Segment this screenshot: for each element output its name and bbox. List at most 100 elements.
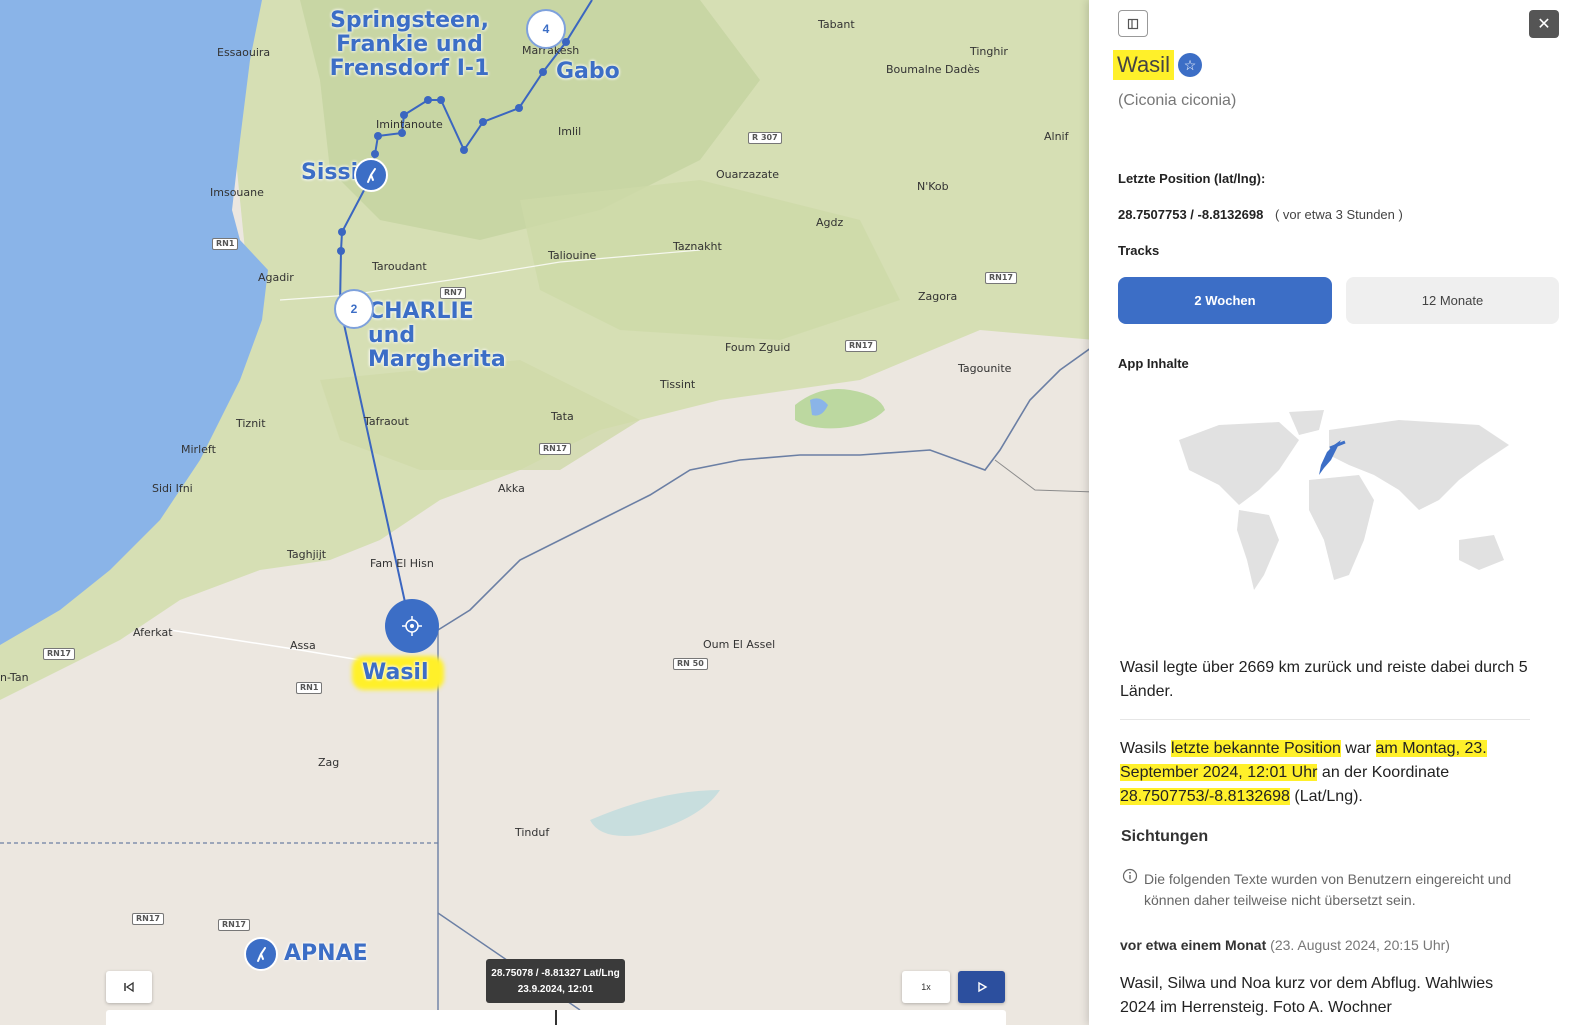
- sighting-when: vor etwa einem Monat: [1120, 937, 1267, 953]
- place-label: Tafraout: [364, 415, 409, 428]
- bird-label-springsteen[interactable]: Springsteen, Frankie und Frensdorf I-1: [297, 9, 522, 81]
- position-text-part: (Lat/Lng).: [1289, 788, 1363, 805]
- road-shield: RN7: [440, 287, 467, 299]
- place-label: Boumalne Dadès: [886, 63, 980, 76]
- road-shield: RN1: [296, 682, 323, 694]
- sightings-heading: Sichtungen: [1121, 828, 1209, 845]
- sidebar-toggle-icon: [1127, 18, 1139, 29]
- road-shield: RN1: [212, 238, 239, 250]
- speed-button[interactable]: 1x: [902, 971, 950, 1003]
- map-view[interactable]: Essaouira Tabant Tinghir Boumalne Dadès Marr…: [0, 0, 1095, 1025]
- sighting-date: (23. August 2024, 20:15 Uhr): [1270, 937, 1450, 953]
- play-icon: [977, 981, 987, 993]
- road-shield: R 307: [748, 132, 782, 144]
- last-position: 28.7507753 / -8.8132698 ( vor etwa 3 Stu…: [1118, 207, 1403, 222]
- timeline-slider[interactable]: [106, 1010, 1006, 1025]
- position-text-highlight: September 2024, 12:01 Uhr: [1120, 764, 1318, 781]
- place-label: Essaouira: [217, 46, 271, 59]
- place-label: Tiznit: [236, 417, 266, 430]
- favorite-star-icon[interactable]: ☆: [1177, 53, 1202, 77]
- play-button[interactable]: [958, 971, 1005, 1003]
- place-label: Taroudant: [372, 260, 427, 273]
- position-text-highlight: 28.7507753/-8.8132698: [1120, 788, 1290, 805]
- close-icon: ✕: [1537, 16, 1551, 33]
- app-content-label: App Inhalte: [1118, 356, 1189, 371]
- place-label: Zag: [318, 756, 340, 769]
- place-label: Imsouane: [210, 186, 264, 199]
- stork-pin-icon[interactable]: [354, 158, 388, 192]
- place-label: Tissint: [660, 378, 696, 391]
- bird-title: Wasil ☆: [1113, 50, 1202, 80]
- map-terrain: [0, 0, 1095, 1025]
- bird-label-wasil[interactable]: Wasil: [362, 661, 429, 685]
- bird-label-apnae[interactable]: APNAE: [284, 942, 368, 966]
- road-shield: RN17: [845, 340, 877, 352]
- place-label: Taznakht: [673, 240, 722, 253]
- place-label: Agadir: [258, 271, 294, 284]
- road-shield: RN17: [43, 648, 75, 660]
- road-shield: RN17: [132, 913, 164, 925]
- timeline-handle[interactable]: [555, 1010, 557, 1025]
- place-label: Ouarzazate: [716, 168, 780, 181]
- sighting-header: vor etwa einem Monat (23. August 2024, 2…: [1120, 937, 1450, 953]
- road-shield: RN17: [985, 272, 1017, 284]
- world-map-thumbnail: [1179, 410, 1509, 590]
- place-label: Tata: [551, 410, 574, 423]
- bird-label-sissi[interactable]: Sissi: [301, 161, 358, 185]
- place-label: Imlil: [558, 125, 582, 138]
- bird-label-charlie[interactable]: CHARLIE und Margherita: [368, 300, 528, 372]
- road-shield: RN 50: [673, 658, 708, 670]
- tooltip-time: 23.9.2024, 12:01: [517, 984, 594, 995]
- bird-label-gabo[interactable]: Gabo: [556, 60, 620, 84]
- summary-text: Wasil legte über 2669 km zurück und reis…: [1120, 659, 1528, 700]
- place-label: Agdz: [816, 216, 844, 229]
- place-label: Tagounite: [958, 362, 1012, 375]
- position-text-part: war: [1340, 740, 1376, 757]
- species: (Ciconia ciconia): [1118, 92, 1237, 109]
- place-label: n-Tan: [0, 671, 29, 684]
- last-position-ago: ( vor etwa 3 Stunden ): [1274, 207, 1403, 222]
- tab-2-weeks[interactable]: 2 Wochen: [1118, 277, 1332, 324]
- place-label: Oum El Assel: [703, 638, 776, 651]
- place-label: Akka: [498, 482, 525, 495]
- place-label: Sidi Ifni: [152, 482, 193, 495]
- bird-name: Wasil: [1113, 50, 1174, 80]
- divider: [1120, 719, 1530, 720]
- sighting-text: Wasil, Silwa und Noa kurz vor dem Abflug…: [1120, 975, 1494, 1016]
- last-position-label: Letzte Position (lat/lng):: [1118, 171, 1266, 186]
- place-label: Alnif: [1044, 130, 1069, 143]
- place-label: Aferkat: [133, 626, 173, 639]
- info-icon: [1122, 868, 1140, 886]
- place-label: Tinduf: [515, 826, 550, 839]
- place-label: Assa: [290, 639, 316, 652]
- tracks-label: Tracks: [1118, 243, 1160, 258]
- position-text-highlight: am Montag, 23.: [1375, 740, 1487, 757]
- place-label: Imintanoute: [376, 118, 443, 131]
- position-text-part: Wasils: [1120, 740, 1171, 757]
- sightings-note: Die folgenden Texte wurden von Benutzern…: [1144, 871, 1512, 908]
- skip-back-icon: [124, 981, 134, 993]
- cluster-marker[interactable]: 4: [526, 9, 566, 49]
- collapse-panel-button[interactable]: [1118, 10, 1148, 37]
- place-label: Tinghir: [970, 45, 1008, 58]
- stork-pin-icon[interactable]: [244, 937, 278, 971]
- road-shield: RN17: [218, 919, 250, 931]
- close-button[interactable]: ✕: [1529, 10, 1559, 38]
- place-label: N'Kob: [917, 180, 949, 193]
- place-label: Foum Zguid: [725, 341, 791, 354]
- current-position-marker[interactable]: [385, 599, 439, 653]
- target-icon: [402, 616, 422, 636]
- road-shield: RN17: [539, 443, 571, 455]
- place-label: Fam El Hisn: [370, 557, 434, 570]
- position-tooltip: 28.75078 / -8.81327 Lat/Lng 23.9.2024, 1…: [486, 959, 625, 1003]
- tab-12-months[interactable]: 12 Monate: [1346, 277, 1559, 324]
- bird-detail-panel: ✕ Wasil ☆ (Ciconia ciconia) Letzte Posit…: [1089, 0, 1575, 1025]
- place-label: Taliouine: [548, 249, 597, 262]
- rewind-button[interactable]: [106, 971, 152, 1003]
- cluster-marker[interactable]: 2: [334, 289, 374, 329]
- place-label: Zagora: [918, 290, 958, 303]
- position-text: Wasils letzte bekannte Position war am M…: [1120, 737, 1540, 809]
- place-label: Taghjijt: [287, 548, 327, 561]
- position-text-highlight: letzte bekannte Position: [1170, 740, 1341, 757]
- place-label: Tabant: [818, 18, 855, 31]
